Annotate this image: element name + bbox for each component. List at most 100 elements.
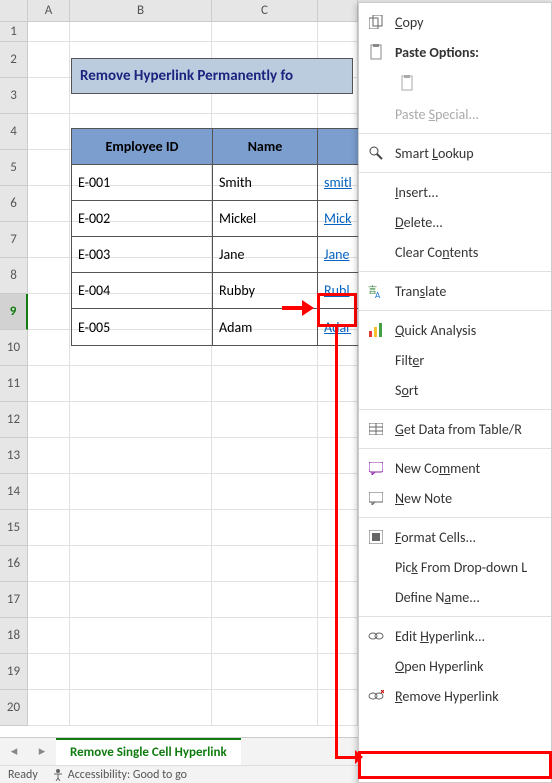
row-header[interactable]: 10 (0, 330, 28, 366)
row-header-selected[interactable]: 9 (0, 294, 28, 330)
table-row: E-004 Rubby Rubl (72, 273, 358, 309)
row-header[interactable]: 7 (0, 222, 28, 258)
sheet-tab-active[interactable]: Remove Single Cell Hyperlink (56, 738, 241, 766)
row-header[interactable]: 13 (0, 438, 28, 474)
cell-name[interactable]: Mickel (213, 201, 318, 237)
accessibility-icon (52, 769, 64, 781)
menu-quick-analysis[interactable]: Quick Analysis (359, 315, 551, 345)
annotation-arrow-icon (355, 750, 363, 764)
link-icon (367, 627, 385, 645)
menu-paste-options-label: Paste Options: (359, 37, 551, 67)
cell-link[interactable]: Jane (318, 237, 358, 273)
cell-id[interactable]: E-002 (72, 201, 213, 237)
cell-id[interactable]: E-004 (72, 273, 213, 309)
row-header[interactable]: 5 (0, 150, 28, 186)
cell-link[interactable]: smitl (318, 165, 358, 201)
menu-separator (359, 448, 551, 449)
sheet-tab-bar: ◂ ▸ Remove Single Cell Hyperlink (0, 737, 360, 765)
menu-separator (359, 616, 551, 617)
menu-clear-contents[interactable]: Clear Contents (359, 237, 551, 267)
menu-separator (359, 409, 551, 410)
cell-name[interactable]: Jane (213, 237, 318, 273)
row-header[interactable]: 20 (0, 690, 28, 726)
col-header-b[interactable]: B (70, 0, 212, 21)
menu-new-note[interactable]: New Note (359, 483, 551, 513)
menu-separator (359, 271, 551, 272)
data-table: Employee ID Name E-001 Smith smitl E-002… (71, 128, 359, 346)
row-header[interactable]: 3 (0, 78, 28, 114)
menu-pick-dropdown[interactable]: Pick From Drop-down L (359, 552, 551, 582)
select-all-corner[interactable] (0, 0, 28, 21)
col-header-d[interactable] (318, 0, 358, 21)
col-header-a[interactable]: A (28, 0, 70, 21)
row-header[interactable]: 4 (0, 114, 28, 150)
menu-delete[interactable]: Delete... (359, 207, 551, 237)
menu-smart-lookup[interactable]: Smart Lookup (359, 138, 551, 168)
table-header-email[interactable] (318, 129, 358, 165)
table-row: E-005 Adam Adar (72, 309, 358, 345)
cell-name[interactable]: Smith (213, 165, 318, 201)
menu-separator (359, 133, 551, 134)
menu-separator (359, 517, 551, 518)
menu-new-comment[interactable]: New Comment (359, 453, 551, 483)
row-header[interactable]: 1 (0, 22, 28, 42)
cell-id[interactable]: E-001 (72, 165, 213, 201)
format-icon (367, 528, 385, 546)
col-header-c[interactable]: C (212, 0, 318, 21)
table-row: E-003 Jane Jane (72, 237, 358, 273)
menu-get-data-table[interactable]: Get Data from Table/R (359, 414, 551, 444)
status-bar: Ready Accessibility: Good to go (0, 765, 360, 783)
menu-edit-hyperlink[interactable]: Edit Hyperlink... (359, 621, 551, 651)
menu-filter[interactable]: Filter (359, 345, 551, 375)
cell-link[interactable]: Mick (318, 201, 358, 237)
cell-link[interactable]: Adar (318, 309, 358, 345)
menu-format-cells[interactable]: Format Cells... (359, 522, 551, 552)
row-header[interactable]: 11 (0, 366, 28, 402)
row-header[interactable]: 15 (0, 510, 28, 546)
menu-sort[interactable]: Sort (359, 375, 551, 405)
menu-translate[interactable]: 言A Translate (359, 276, 551, 306)
table-icon (367, 420, 385, 438)
menu-separator (359, 310, 551, 311)
row-header[interactable]: 18 (0, 618, 28, 654)
row-header[interactable]: 19 (0, 654, 28, 690)
cell-link[interactable]: Rubl (318, 273, 358, 309)
row-header[interactable]: 14 (0, 474, 28, 510)
row-header[interactable]: 2 (0, 42, 28, 78)
quick-analysis-icon (367, 321, 385, 339)
menu-insert[interactable]: Insert... (359, 177, 551, 207)
tab-nav-prev-icon[interactable]: ◂ (0, 744, 28, 759)
row-header[interactable]: 12 (0, 402, 28, 438)
table-header-id[interactable]: Employee ID (72, 129, 213, 165)
menu-remove-hyperlink[interactable]: Remove Hyperlink (359, 681, 551, 711)
clipboard-icon (367, 43, 385, 61)
paste-options-icons (359, 67, 551, 99)
translate-icon: 言A (367, 282, 385, 300)
row-header[interactable]: 16 (0, 546, 28, 582)
context-menu: Copy Paste Options: Paste Special... Sma… (358, 2, 552, 783)
status-accessibility[interactable]: Accessibility: Good to go (52, 768, 187, 782)
row-header[interactable]: 6 (0, 186, 28, 222)
table-header-name[interactable]: Name (213, 129, 318, 165)
table-row: E-001 Smith smitl (72, 165, 358, 201)
annotation-arrow-icon (282, 298, 315, 318)
cell-id[interactable]: E-005 (72, 309, 213, 345)
page-title: Remove Hyperlink Permanently fo (71, 58, 353, 94)
remove-link-icon (367, 687, 385, 705)
menu-open-hyperlink[interactable]: Open Hyperlink (359, 651, 551, 681)
status-ready: Ready (8, 768, 38, 782)
row-header[interactable]: 17 (0, 582, 28, 618)
table-row: E-002 Mickel Mick (72, 201, 358, 237)
note-icon (367, 489, 385, 507)
paste-default-icon[interactable] (395, 71, 419, 95)
tab-nav-next-icon[interactable]: ▸ (28, 744, 56, 759)
comment-icon (367, 459, 385, 477)
search-icon (367, 144, 385, 162)
row-header[interactable]: 8 (0, 258, 28, 294)
menu-copy[interactable]: Copy (359, 7, 551, 37)
svg-text:A: A (375, 290, 381, 299)
menu-separator (359, 172, 551, 173)
menu-paste-special[interactable]: Paste Special... (359, 99, 551, 129)
cell-id[interactable]: E-003 (72, 237, 213, 273)
menu-define-name[interactable]: Define Name... (359, 582, 551, 612)
